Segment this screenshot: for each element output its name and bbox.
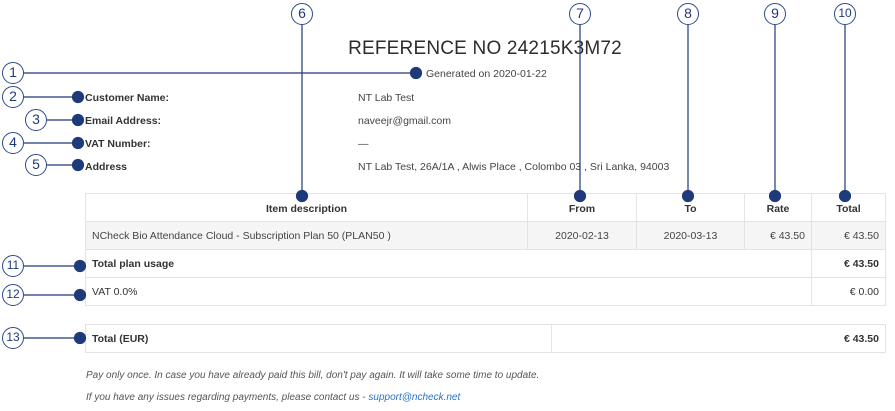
callout-badge-8: 8 (677, 3, 699, 25)
callout-dot-9 (768, 189, 782, 203)
callout-badge-2: 2 (2, 86, 24, 108)
callout-badge-9: 9 (764, 3, 786, 25)
callout-dot-6 (295, 189, 309, 203)
callout-dot-12 (73, 288, 87, 302)
callout-dot-4 (71, 136, 85, 150)
callout-badge-7: 7 (569, 3, 591, 25)
callout-badge-5: 5 (25, 154, 47, 176)
callout-lines (24, 25, 852, 345)
callout-badge-11: 11 (2, 255, 24, 277)
invoice-page: REFERENCE NO 24215K3M72 Generated on 202… (0, 0, 895, 411)
callout-dot-2 (71, 90, 85, 104)
callout-dot-1 (409, 66, 423, 80)
callout-badge-1: 1 (2, 62, 24, 84)
callout-badge-6: 6 (291, 3, 313, 25)
callout-badge-13: 13 (2, 327, 24, 349)
callout-dot-10 (838, 189, 852, 203)
callout-badge-3: 3 (25, 109, 47, 131)
callout-dot-7 (573, 189, 587, 203)
callout-dot-8 (681, 189, 695, 203)
callout-dot-13 (73, 331, 87, 345)
callout-badge-12: 12 (2, 284, 24, 306)
callout-dot-5 (71, 158, 85, 172)
callout-badge-4: 4 (2, 132, 24, 154)
callout-dot-3 (71, 113, 85, 127)
callout-dot-11 (73, 259, 87, 273)
callout-badge-10: 10 (834, 3, 856, 25)
